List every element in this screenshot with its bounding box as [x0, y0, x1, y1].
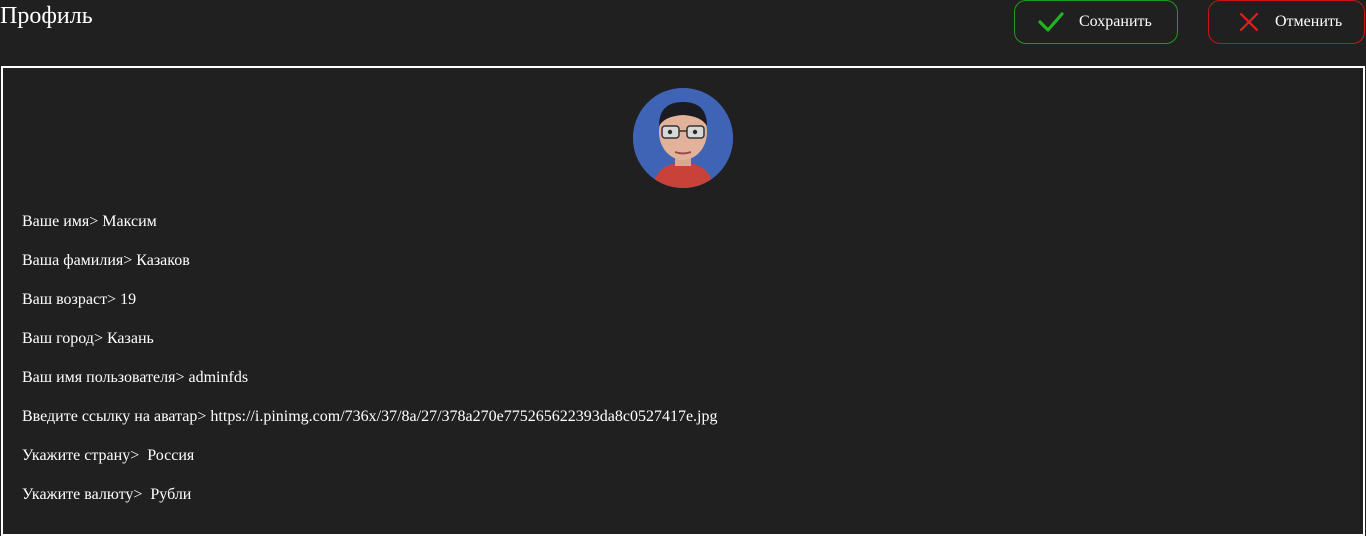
- check-icon: [1037, 8, 1065, 36]
- field-first-name: Ваше имя> Максим: [22, 212, 157, 232]
- cancel-button[interactable]: Отменить: [1208, 0, 1365, 44]
- field-username: Ваш имя пользователя> adminfds: [22, 368, 248, 388]
- last-name-value[interactable]: Казаков: [136, 252, 190, 269]
- field-avatar-url: Введите ссылку на аватар> https://i.pinim…: [22, 407, 717, 427]
- field-last-name: Ваша фамилия> Казаков: [22, 251, 190, 271]
- username-value[interactable]: adminfds: [189, 369, 249, 386]
- first-name-value[interactable]: Максим: [102, 213, 157, 230]
- avatar-url-value[interactable]: https://i.pinimg.com/736x/37/8a/27/378a2…: [210, 408, 717, 425]
- field-label: Ваша фамилия>: [22, 252, 133, 269]
- header-bar: Профиль Сохранить Отменить: [0, 0, 1366, 66]
- field-country: Укажите страну> Россия: [22, 446, 194, 466]
- field-city: Ваш город> Казань: [22, 329, 154, 349]
- field-label: Ваш имя пользователя>: [22, 369, 185, 386]
- age-value[interactable]: 19: [120, 291, 136, 308]
- field-label: Укажите страну>: [22, 447, 140, 464]
- save-button[interactable]: Сохранить: [1014, 0, 1178, 44]
- page-title: Профиль: [0, 3, 93, 29]
- field-currency: Укажите валюту> Рубли: [22, 485, 191, 505]
- user-avatar[interactable]: [633, 88, 733, 188]
- country-select[interactable]: Россия: [147, 447, 194, 464]
- close-icon: [1235, 8, 1263, 36]
- field-label: Ваш возраст>: [22, 291, 117, 308]
- currency-select[interactable]: Рубли: [150, 486, 191, 503]
- profile-panel: Ваше имя> Максим Ваша фамилия> Казаков Ваш…: [1, 66, 1365, 536]
- field-label: Укажите валюту>: [22, 486, 143, 503]
- field-age: Ваш возраст> 19: [22, 290, 136, 310]
- field-label: Ваш город>: [22, 330, 103, 347]
- save-button-label: Сохранить: [1079, 13, 1152, 30]
- field-label: Ваше имя>: [22, 213, 99, 230]
- cancel-button-label: Отменить: [1275, 13, 1343, 30]
- field-label: Введите ссылку на аватар>: [22, 408, 207, 425]
- city-value[interactable]: Казань: [107, 330, 154, 347]
